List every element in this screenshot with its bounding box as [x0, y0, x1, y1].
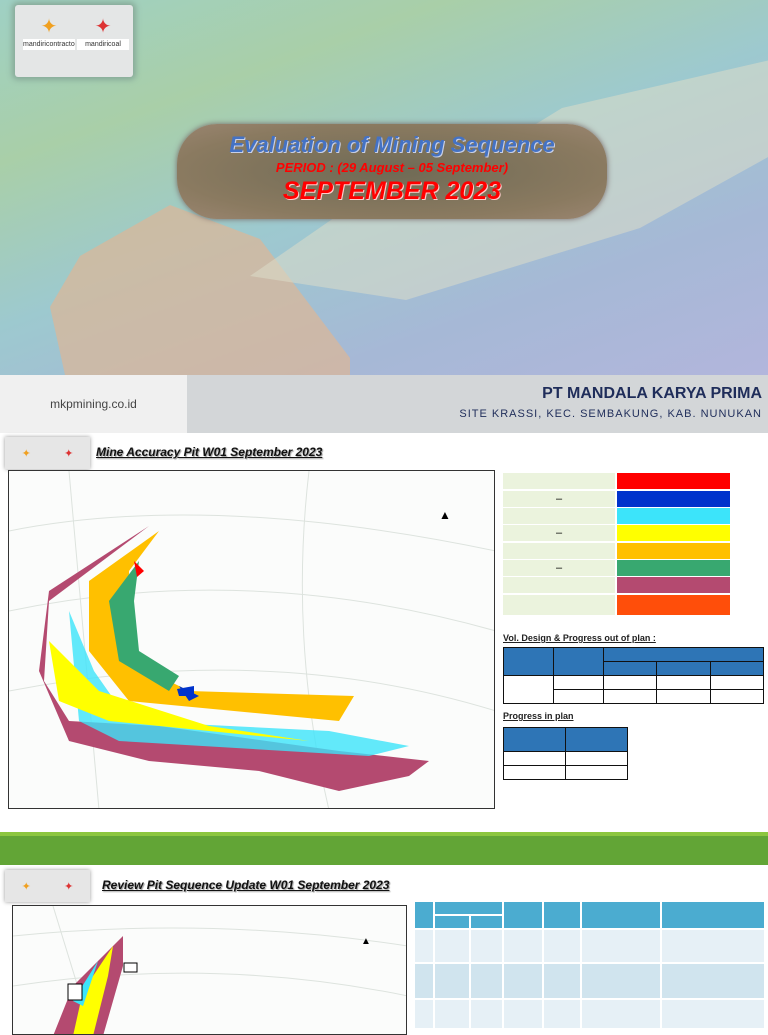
- legend-row: –: [503, 491, 730, 507]
- legend-row: [503, 577, 730, 593]
- site-location: SITE KRASSI, KEC. SEMBAKUNG, KAB. NUNUKA…: [459, 408, 762, 420]
- legend-row: [503, 508, 730, 524]
- sequence-table: [413, 900, 766, 1030]
- slide-title: Mine Accuracy Pit W01 September 2023: [96, 445, 323, 459]
- legend-row: [503, 473, 730, 489]
- table2-title: Progress in plan: [503, 711, 574, 721]
- title-banner: Evaluation of Mining Sequence PERIOD : (…: [177, 124, 607, 219]
- cover-month: SEPTEMBER 2023: [282, 177, 502, 205]
- vol-design-table: [503, 647, 765, 704]
- cover-slide: ✦ mandiricontractor ✦ mandiricoal Evaluati…: [0, 0, 768, 375]
- legend-row: –: [503, 525, 730, 541]
- company-name: PT MANDALA KARYA PRIMA: [542, 385, 762, 402]
- north-arrow-icon: ▲: [361, 936, 371, 947]
- mandiricontractor-logo: ✦ mandiricontractor: [23, 16, 75, 50]
- slide-divider: [0, 832, 768, 865]
- cover-period: PERIOD : (29 August – 05 September): [275, 160, 509, 175]
- cover-title: Evaluation of Mining Sequence: [229, 132, 555, 157]
- logo-box-small: ✦ ✦: [5, 437, 90, 469]
- legend-row: [503, 595, 730, 615]
- pit-map-drawing: ▲: [9, 471, 494, 808]
- pit-map: ▲: [8, 470, 495, 809]
- mandiricoal-logo: ✦ mandiricoal: [77, 15, 129, 50]
- north-arrow-icon: ▲: [439, 508, 451, 522]
- table1-title: Vol. Design & Progress out of plan :: [503, 633, 656, 643]
- legend-row: –: [503, 560, 730, 576]
- pit-sequence-drawing: ▲: [13, 906, 406, 1034]
- progress-table: [503, 727, 628, 780]
- pit-sequence-map: ▲: [12, 905, 407, 1035]
- logo-box-small: ✦ ✦: [5, 870, 90, 902]
- slide-title: Review Pit Sequence Update W01 September…: [102, 878, 390, 892]
- legend-row: [503, 543, 730, 559]
- website-link[interactable]: mkpmining.co.id: [0, 375, 187, 433]
- logo-box: ✦ mandiricontractor ✦ mandiricoal: [15, 5, 133, 77]
- map-landmass: [50, 205, 350, 375]
- footer-band: mkpmining.co.id PT MANDALA KARYA PRIMA S…: [0, 375, 768, 433]
